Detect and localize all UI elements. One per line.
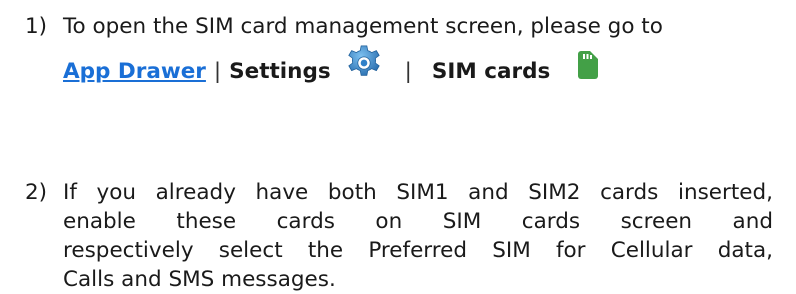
step-2-line-2: enable these cards on SIM cards screen a… — [63, 209, 773, 234]
sim-card-icon — [578, 51, 599, 79]
step-2-line-4: Calls and SMS messages. — [63, 267, 336, 292]
sim-cards-label: SIM cards — [431, 58, 551, 84]
settings-label: Settings — [229, 58, 331, 84]
step-2-paragraph: If you already have both SIM1 and SIM2 c… — [63, 178, 773, 294]
step-1-text: To open the SIM card management screen, … — [63, 14, 663, 39]
path-separator: | — [213, 58, 222, 84]
step-2-line-3: respectively select the Preferred SIM fo… — [63, 238, 773, 263]
path-separator-2: | — [404, 58, 412, 84]
gear-icon — [347, 45, 380, 76]
settings-path: App Drawer | Settings | SIM cards — [63, 45, 599, 95]
step-2-number: 2) — [25, 180, 48, 205]
step-1-number: 1) — [25, 14, 48, 39]
app-drawer-link[interactable]: App Drawer — [63, 57, 206, 86]
step-2-line-1: If you already have both SIM1 and SIM2 c… — [63, 180, 773, 205]
